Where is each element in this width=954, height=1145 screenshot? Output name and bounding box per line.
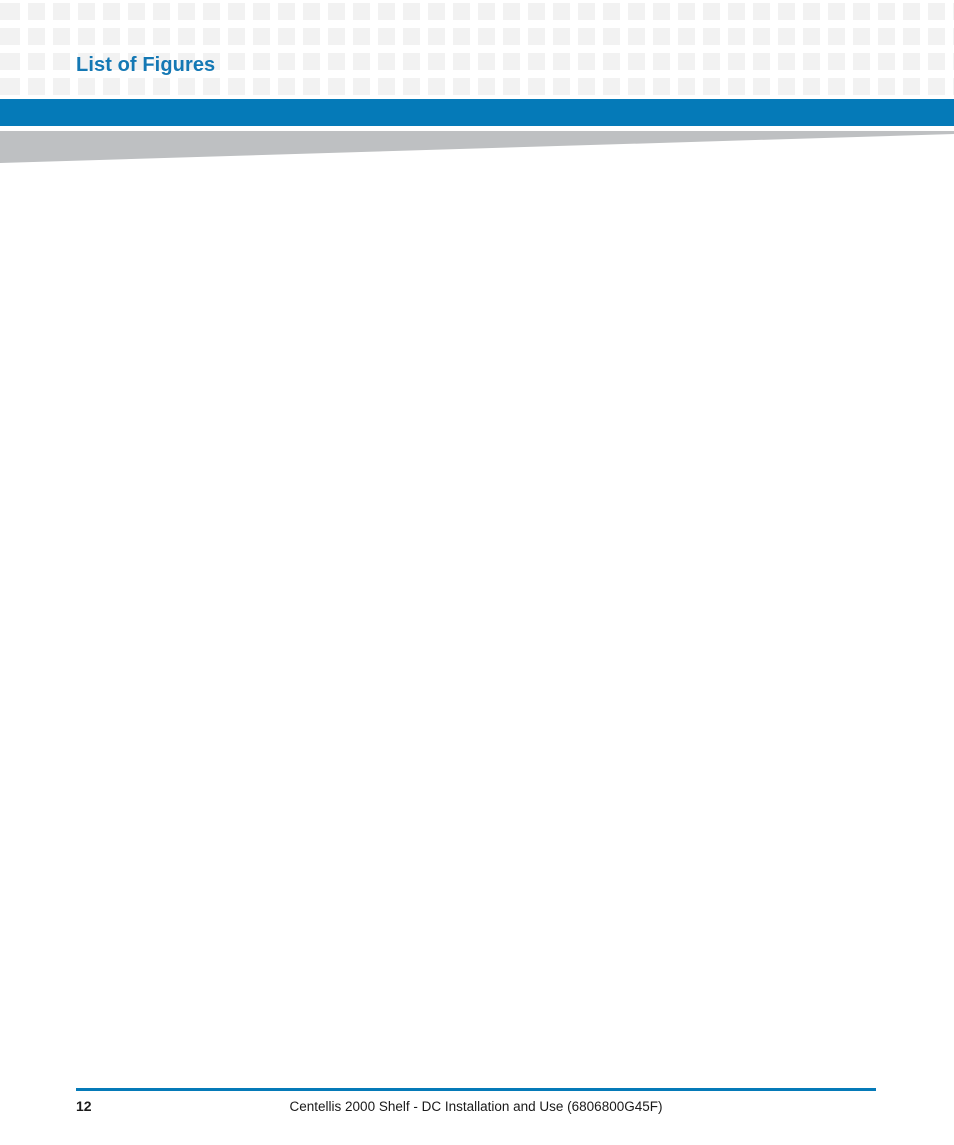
header-blue-rule (0, 99, 954, 126)
footer-document-title: Centellis 2000 Shelf - DC Installation a… (289, 1099, 663, 1114)
header-checker-row-mask (0, 0, 954, 99)
gray-taper-wedge (0, 131, 954, 165)
page-title: List of Figures (76, 54, 216, 77)
gray-taper-wedge-shape (0, 131, 954, 163)
page-body-content (76, 180, 876, 1070)
footer-rule (76, 1088, 876, 1091)
